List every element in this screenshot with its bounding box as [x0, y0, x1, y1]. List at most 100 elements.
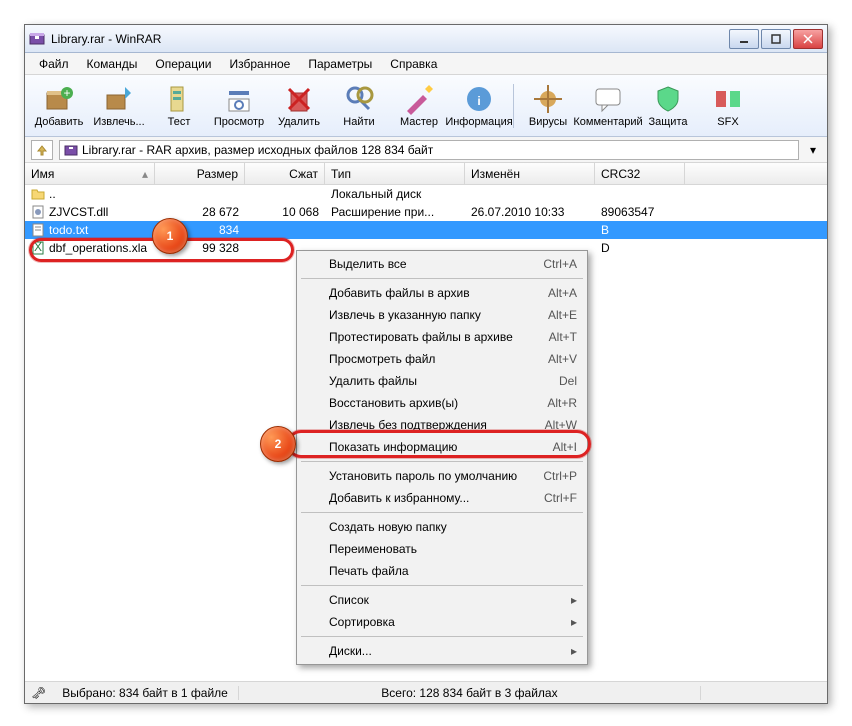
tb-add[interactable]: +Добавить — [29, 77, 89, 135]
callout-2: 2 — [260, 426, 296, 462]
table-row[interactable]: todo.txt834B — [25, 221, 827, 239]
menu-file[interactable]: Файл — [31, 55, 77, 73]
menu-item-shortcut: Alt+V — [548, 352, 577, 366]
protect-icon — [652, 83, 684, 115]
file-crc: B — [595, 223, 685, 237]
menu-item-shortcut: Alt+A — [548, 286, 577, 300]
tb-info[interactable]: iИнформация — [449, 77, 509, 135]
menu-item-shortcut: Del — [559, 374, 577, 388]
svg-text:i: i — [477, 94, 480, 108]
list-header: Имя▴ Размер Сжат Тип Изменён CRC32 — [25, 163, 827, 185]
comment-icon — [592, 83, 624, 115]
menu-separator — [301, 512, 583, 513]
delete-icon — [283, 83, 315, 115]
view-icon — [223, 83, 255, 115]
menu-item-label: Выделить все — [329, 257, 407, 271]
status-total: Всего: 128 834 байт в 3 файлах — [239, 686, 701, 700]
tb-delete[interactable]: Удалить — [269, 77, 329, 135]
tb-extract[interactable]: Извлечь... — [89, 77, 149, 135]
extract-icon — [103, 83, 135, 115]
menubar: Файл Команды Операции Избранное Параметр… — [25, 53, 827, 75]
menu-item[interactable]: Добавить к избранному... Ctrl+F — [299, 487, 585, 509]
address-bar: Library.rar - RAR архив, размер исходных… — [25, 137, 827, 163]
menu-favorites[interactable]: Избранное — [222, 55, 299, 73]
tb-virus[interactable]: Вирусы — [518, 77, 578, 135]
file-name: todo.txt — [49, 223, 88, 237]
menu-separator — [301, 636, 583, 637]
menu-item-label: Протестировать файлы в архиве — [329, 330, 513, 344]
menu-item[interactable]: Диски... — [299, 640, 585, 662]
menu-item[interactable]: Удалить файлы Del — [299, 370, 585, 392]
tb-find[interactable]: Найти — [329, 77, 389, 135]
file-icon — [31, 205, 45, 219]
menu-commands[interactable]: Команды — [79, 55, 146, 73]
minimize-button[interactable] — [729, 29, 759, 49]
menu-item-label: Печать файла — [329, 564, 409, 578]
file-icon — [31, 223, 45, 237]
menu-help[interactable]: Справка — [382, 55, 445, 73]
tb-wizard[interactable]: Мастер — [389, 77, 449, 135]
menu-item[interactable]: Выделить все Ctrl+A — [299, 253, 585, 275]
menu-item[interactable]: Список — [299, 589, 585, 611]
path-text: Library.rar - RAR архив, размер исходных… — [82, 143, 433, 157]
menu-item[interactable]: Печать файла — [299, 560, 585, 582]
menu-item[interactable]: Переименовать — [299, 538, 585, 560]
test-icon — [163, 83, 195, 115]
menu-item-shortcut: Ctrl+F — [544, 491, 577, 505]
maximize-button[interactable] — [761, 29, 791, 49]
toolbar: +Добавить Извлечь... Тест Просмотр Удали… — [25, 75, 827, 137]
menu-item-label: Установить пароль по умолчанию — [329, 469, 517, 483]
menu-item[interactable]: Создать новую папку — [299, 516, 585, 538]
file-type: Расширение при... — [325, 205, 465, 219]
col-crc[interactable]: CRC32 — [595, 163, 685, 184]
wizard-icon — [403, 83, 435, 115]
menu-options[interactable]: Параметры — [300, 55, 380, 73]
menu-item-label: Просмотреть файл — [329, 352, 435, 366]
menu-separator — [301, 278, 583, 279]
file-type: Локальный диск — [325, 187, 465, 201]
tb-test[interactable]: Тест — [149, 77, 209, 135]
titlebar: Library.rar - WinRAR — [25, 25, 827, 53]
menu-item-label: Добавить файлы в архив — [329, 286, 470, 300]
menu-item[interactable]: Установить пароль по умолчаниюCtrl+P — [299, 465, 585, 487]
up-button[interactable] — [31, 140, 53, 160]
menu-item[interactable]: Добавить файлы в архив Alt+A — [299, 282, 585, 304]
col-size[interactable]: Размер — [155, 163, 245, 184]
col-type[interactable]: Тип — [325, 163, 465, 184]
tb-protect[interactable]: Защита — [638, 77, 698, 135]
tb-sfx[interactable]: SFX — [698, 77, 758, 135]
tb-comment[interactable]: Комментарий — [578, 77, 638, 135]
menu-item-label: Добавить к избранному... — [329, 491, 469, 505]
tb-view[interactable]: Просмотр — [209, 77, 269, 135]
menu-item-label: Восстановить архив(ы) — [329, 396, 458, 410]
menu-item-shortcut: Alt+T — [549, 330, 577, 344]
table-row[interactable]: ZJVCST.dll28 67210 068Расширение при...2… — [25, 203, 827, 221]
menu-item[interactable]: Просмотреть файл Alt+V — [299, 348, 585, 370]
status-selected: Выбрано: 834 байт в 1 файле — [52, 686, 239, 700]
close-button[interactable] — [793, 29, 823, 49]
menu-item-shortcut: Alt+R — [547, 396, 577, 410]
toolbar-separator — [513, 84, 514, 128]
menu-item-shortcut: Ctrl+A — [543, 257, 577, 271]
menu-item[interactable]: Протестировать файлы в архиве Alt+T — [299, 326, 585, 348]
app-icon — [29, 31, 45, 47]
col-packed[interactable]: Сжат — [245, 163, 325, 184]
table-row[interactable]: ..Локальный диск — [25, 185, 827, 203]
virus-icon — [532, 83, 564, 115]
menu-item-label: Удалить файлы — [329, 374, 417, 388]
path-dropdown[interactable]: ▾ — [805, 140, 821, 160]
svg-text:+: + — [63, 86, 70, 100]
file-crc: 89063547 — [595, 205, 685, 219]
menu-separator — [301, 461, 583, 462]
menu-item[interactable]: Сортировка — [299, 611, 585, 633]
path-field[interactable]: Library.rar - RAR архив, размер исходных… — [59, 140, 799, 160]
menu-item-shortcut: Alt+E — [548, 308, 577, 322]
menu-separator — [301, 585, 583, 586]
file-crc: D — [595, 241, 685, 255]
menu-item[interactable]: Восстановить архив(ы) Alt+R — [299, 392, 585, 414]
file-modified: 26.07.2010 10:33 — [465, 205, 595, 219]
menu-item[interactable]: Извлечь в указанную папкуAlt+E — [299, 304, 585, 326]
col-name[interactable]: Имя▴ — [25, 163, 155, 184]
col-modified[interactable]: Изменён — [465, 163, 595, 184]
menu-operations[interactable]: Операции — [147, 55, 219, 73]
